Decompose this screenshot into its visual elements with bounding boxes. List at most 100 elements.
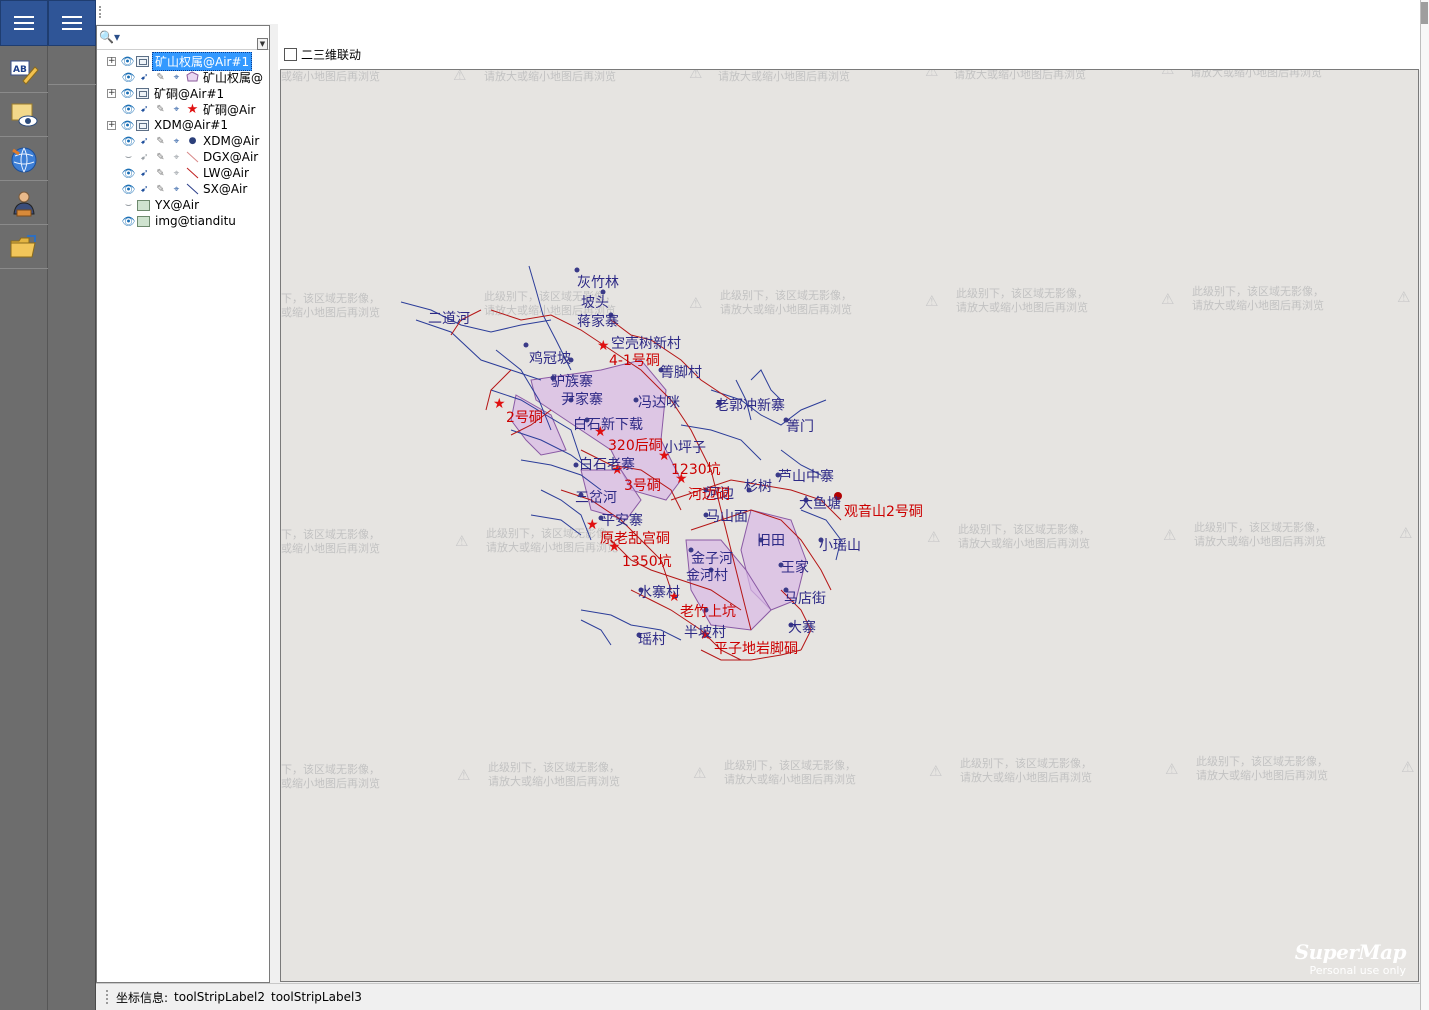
- status-label-3: toolStripLabel3: [270, 990, 362, 1004]
- layer-manager-panel: 🔍▾ ▼ + 👁 矿山权属@Air#1 👁 ➹ ✎ ⌖ 矿山权属@ + 👁 矿硐…: [96, 25, 270, 983]
- place-label: 灰竹林: [577, 275, 619, 291]
- selectable-icon[interactable]: ➹: [137, 182, 152, 196]
- top-toolbar-strip: [96, 0, 1429, 24]
- expand-icon[interactable]: +: [107, 88, 116, 98]
- layer-label[interactable]: SX@Air: [201, 182, 249, 196]
- layer-label[interactable]: img@tianditu: [153, 214, 238, 228]
- selectable-icon[interactable]: ➹: [137, 166, 152, 180]
- line-layer-icon: [185, 182, 200, 196]
- expand-icon[interactable]: +: [107, 120, 116, 130]
- layer-row[interactable]: 👁 ➹ ✎ ⌖ ● XDM@Air: [121, 133, 261, 149]
- place-label: 王家: [781, 560, 809, 576]
- layer-label[interactable]: YX@Air: [153, 198, 201, 212]
- layer-label[interactable]: LW@Air: [201, 166, 251, 180]
- visible-eye-icon[interactable]: 👁: [120, 118, 135, 132]
- layer-row-group[interactable]: + 👁 XDM@Air#1: [107, 117, 230, 133]
- visible-eye-icon[interactable]: 👁: [121, 214, 136, 228]
- visible-eye-icon[interactable]: 👁: [120, 54, 135, 68]
- scrollbar-thumb[interactable]: [1421, 2, 1428, 24]
- map-header-area: [278, 24, 1420, 70]
- toolbar-grip[interactable]: [99, 6, 101, 18]
- editable-icon[interactable]: ✎: [153, 70, 168, 84]
- mine-label: 2号硐: [506, 410, 543, 426]
- place-label: 旧田: [757, 533, 785, 549]
- user-tool-button[interactable]: [0, 181, 48, 225]
- open-folder-icon: [10, 234, 36, 257]
- layer-row[interactable]: 👁 ➹ ✎ ⌖ ★ 矿硐@Air: [121, 101, 257, 117]
- editable-icon[interactable]: ✎: [153, 102, 168, 116]
- layer-label[interactable]: 矿硐@Air: [201, 101, 257, 118]
- snap-icon[interactable]: ⌖: [169, 102, 184, 116]
- sync-checkbox-label: 二三维联动: [301, 47, 362, 62]
- map-viewport[interactable]: 或缩小地图后再浏览 ⚠ 请放大或缩小地图后再浏览 ⚠ 请放大或缩小地图后再浏览 …: [280, 69, 1419, 982]
- layer-group-icon: [136, 55, 149, 67]
- open-folder-tool-button[interactable]: [0, 225, 48, 269]
- layer-row[interactable]: 👁 ➹ ✎ ⌖ SX@Air: [121, 181, 249, 197]
- place-label: 杉树: [744, 479, 772, 495]
- layer-row[interactable]: 👁 img@tianditu: [121, 213, 238, 229]
- place-label: 瑶村: [638, 632, 666, 648]
- layer-label[interactable]: 矿硐@Air#1: [152, 85, 226, 102]
- layer-label[interactable]: XDM@Air: [201, 134, 261, 148]
- layer-label[interactable]: XDM@Air#1: [152, 118, 230, 132]
- editable-icon[interactable]: ✎: [153, 182, 168, 196]
- panel-dropdown-button[interactable]: ▼: [257, 38, 268, 50]
- place-label: 芦山中寨: [778, 469, 834, 485]
- selectable-icon[interactable]: ➹: [137, 150, 152, 164]
- mine-label: 4-1号硐: [609, 353, 660, 369]
- layer-row[interactable]: 👁 ➹ ✎ ⌖ 矿山权属@: [121, 69, 265, 85]
- snap-icon[interactable]: ⌖: [169, 150, 184, 164]
- region-layer-icon: [185, 70, 200, 84]
- sync-2d-3d-checkbox[interactable]: 二三维联动: [284, 46, 361, 62]
- snap-icon[interactable]: ⌖: [169, 134, 184, 148]
- checkbox-box[interactable]: [284, 47, 297, 61]
- secondary-menu-button[interactable]: [48, 0, 96, 46]
- layer-row-group[interactable]: + 👁 矿硐@Air#1: [107, 85, 226, 101]
- place-label: 二道河: [428, 311, 470, 327]
- editable-icon[interactable]: ✎: [153, 150, 168, 164]
- visible-eye-icon[interactable]: 👁: [121, 182, 136, 196]
- place-label: 小坪子: [664, 440, 706, 456]
- layer-label[interactable]: DGX@Air: [201, 150, 260, 164]
- editable-icon[interactable]: ✎: [153, 134, 168, 148]
- place-label: 尹家寨: [561, 392, 603, 408]
- place-label: 大寨: [788, 620, 816, 636]
- place-label: 蒋家寨: [577, 314, 619, 330]
- place-label: 坡头: [581, 295, 609, 311]
- editable-icon[interactable]: ✎: [153, 166, 168, 180]
- globe-tool-button[interactable]: [0, 137, 48, 181]
- mine-label: 3号硐: [624, 478, 661, 494]
- layer-row[interactable]: 👁 ➹ ✎ ⌖ LW@Air: [121, 165, 251, 181]
- layer-row-group[interactable]: + 👁 矿山权属@Air#1: [107, 51, 253, 71]
- snap-icon[interactable]: ⌖: [169, 70, 184, 84]
- mine-label: 1230坑: [671, 462, 721, 478]
- mine-label: 320后硐: [608, 438, 663, 454]
- hidden-eye-icon[interactable]: ⌣: [121, 198, 136, 212]
- visible-eye-icon[interactable]: 👁: [120, 86, 135, 100]
- search-dropdown-button[interactable]: 🔍▾: [99, 30, 125, 46]
- main-menu-button[interactable]: [0, 0, 48, 46]
- snap-icon[interactable]: ⌖: [169, 166, 184, 180]
- layer-label[interactable]: 矿山权属@: [201, 69, 265, 86]
- user-icon: [13, 191, 35, 216]
- visible-eye-icon[interactable]: 👁: [121, 134, 136, 148]
- layer-row[interactable]: ⌣ YX@Air: [121, 197, 201, 213]
- mine-label: 平子地岩脚硐: [714, 641, 798, 657]
- label-edit-tool-button[interactable]: AB: [0, 49, 48, 93]
- visible-eye-icon[interactable]: 👁: [121, 70, 136, 84]
- layer-row[interactable]: ⌣ ➹ ✎ ⌖ DGX@Air: [121, 149, 260, 165]
- supermap-watermark: SuperMap Personal use only: [1295, 940, 1407, 977]
- view-tool-button[interactable]: [0, 93, 48, 137]
- visible-eye-icon[interactable]: 👁: [121, 102, 136, 116]
- visible-eye-icon[interactable]: 👁: [121, 166, 136, 180]
- selectable-icon[interactable]: ➹: [137, 70, 152, 84]
- secondary-rail: [48, 0, 96, 1010]
- expand-icon[interactable]: +: [107, 56, 116, 66]
- place-label: 平安寨: [601, 513, 643, 529]
- selectable-icon[interactable]: ➹: [137, 102, 152, 116]
- right-scrollbar[interactable]: [1420, 0, 1429, 1010]
- hidden-eye-icon[interactable]: ⌣: [121, 150, 136, 164]
- mine-label: 老竹上坑: [680, 604, 736, 620]
- snap-icon[interactable]: ⌖: [169, 182, 184, 196]
- selectable-icon[interactable]: ➹: [137, 134, 152, 148]
